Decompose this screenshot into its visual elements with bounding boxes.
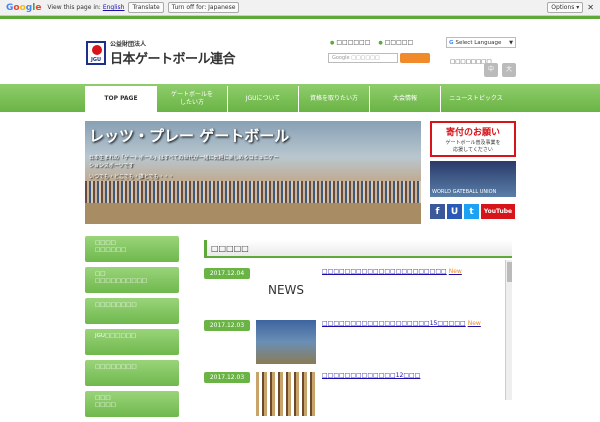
- site-header: 公益財団法人 日本ゲートボール連合 □□□□□□ □□□□□ Google □□…: [0, 16, 600, 84]
- news-scrollbar[interactable]: [505, 260, 512, 400]
- turn-off-button[interactable]: Turn off for: Japanese: [167, 2, 240, 13]
- twitter-icon[interactable]: t: [464, 204, 479, 219]
- sidebar-item[interactable]: □□□ □□□□: [85, 391, 179, 417]
- top-link[interactable]: □□□□□□: [330, 39, 370, 46]
- sidebar-item[interactable]: □□□□□□□□: [85, 360, 179, 386]
- sidebar-item[interactable]: □□ □□□□□□□□□□: [85, 267, 179, 293]
- jgu-logo-icon: [86, 41, 106, 65]
- font-size-medium-button[interactable]: 中: [484, 63, 498, 77]
- news-date: 2017.12.04: [204, 268, 250, 279]
- news-thumbnail[interactable]: [256, 372, 316, 416]
- news-title-link[interactable]: □□□□□□□□□□□□□□□□□□□□□□ New: [322, 268, 462, 275]
- news-header: □□□□□: [204, 240, 512, 258]
- sidebar-item[interactable]: □□□□ □□□□□□: [85, 236, 179, 262]
- google-logo: Google: [6, 2, 42, 13]
- google-translate-bar: Google View this page in: English Transl…: [0, 0, 600, 16]
- google-g-icon: G: [449, 39, 454, 46]
- search-button[interactable]: [400, 53, 430, 63]
- search-input[interactable]: Google □□□□□□: [328, 53, 398, 63]
- font-size-large-button[interactable]: 大: [502, 63, 516, 77]
- news-row: 2017.12.03 □□□□□□□□□□□□□□□□□□□15□□□□□ New: [204, 320, 504, 364]
- top-links: □□□□□□ □□□□□: [330, 39, 413, 46]
- new-badge: New: [467, 320, 481, 327]
- hero-text2: いつでも・どこでも・誰とでも・・・: [89, 174, 174, 180]
- u-stream-icon[interactable]: U: [447, 204, 462, 219]
- main-nav: TOP PAGE ゲートボールを したい方 JGUについて 資格を取りたい方 大…: [0, 84, 600, 112]
- donation-title: 寄付のお願い: [445, 128, 500, 138]
- facebook-icon[interactable]: f: [430, 204, 445, 219]
- news-row: 2017.12.03 □□□□□□□□□□□□□12□□□: [204, 372, 504, 416]
- social-links: f U t YouTube: [430, 204, 515, 219]
- hero-title: レッツ・プレー ゲートボール: [89, 127, 290, 145]
- donation-banner[interactable]: 寄付のお願い ゲートボール普及事業を 応援してください: [430, 121, 516, 157]
- youtube-icon[interactable]: YouTube: [481, 204, 515, 219]
- logo-title: 日本ゲートボール連合: [110, 52, 236, 67]
- site-search: Google □□□□□□: [328, 53, 430, 63]
- donation-subtitle: ゲートボール普及事業を 応援してください: [445, 140, 501, 153]
- chevron-down-icon: ▼: [509, 39, 513, 46]
- site-logo[interactable]: 公益財団法人 日本ゲートボール連合: [86, 39, 236, 67]
- close-icon[interactable]: ✕: [587, 3, 594, 12]
- options-button[interactable]: Options ▾: [547, 2, 584, 13]
- hero-text: 日本生まれの「ゲートボール」はすべての世代が一緒に気軽に楽しめるコミュニケーショ…: [89, 155, 279, 169]
- view-text: View this page in:: [47, 4, 101, 11]
- scrollbar-thumb[interactable]: [507, 262, 512, 282]
- translate-button[interactable]: Translate: [128, 2, 164, 13]
- nav-top-page[interactable]: TOP PAGE: [85, 86, 156, 112]
- language-selector[interactable]: G Select Language ▼: [446, 37, 516, 48]
- news-thumbnail[interactable]: NEWS: [256, 268, 316, 312]
- news-thumbnail[interactable]: [256, 320, 316, 364]
- new-badge: New: [448, 268, 462, 275]
- nav-about[interactable]: JGUについて: [227, 86, 298, 112]
- top-link[interactable]: □□□□□: [378, 39, 413, 46]
- news-section: □□□□□ 2017.12.04 NEWS □□□□□□□□□□□□□□□□□□…: [204, 240, 512, 416]
- hero-photo-field: [85, 203, 421, 224]
- nav-tournaments[interactable]: 大会情報: [369, 86, 440, 112]
- nav-qualification[interactable]: 資格を取りたい方: [298, 86, 369, 112]
- logo-subtitle: 公益財団法人: [110, 41, 147, 48]
- nav-news[interactable]: ニューストピックス: [440, 86, 511, 112]
- news-title-link[interactable]: □□□□□□□□□□□□□□□□□□□15□□□□□ New: [322, 320, 481, 327]
- news-title-link[interactable]: □□□□□□□□□□□□□12□□□: [322, 372, 420, 379]
- news-date: 2017.12.03: [204, 372, 250, 383]
- sidebar: □□□□ □□□□□□ □□ □□□□□□□□□□ □□□□□□□□ JGU□□…: [85, 236, 179, 422]
- world-gateball-banner[interactable]: WORLD GATEBALL UNION: [430, 161, 516, 197]
- nav-play[interactable]: ゲートボールを したい方: [156, 86, 227, 112]
- news-row: 2017.12.04 NEWS □□□□□□□□□□□□□□□□□□□□□□ Ne…: [204, 268, 504, 312]
- sidebar-item[interactable]: □□□□□□□□: [85, 298, 179, 324]
- hero-photo-crowd: [85, 181, 421, 203]
- news-date: 2017.12.03: [204, 320, 250, 331]
- sidebar-item[interactable]: JGU□□□□□□: [85, 329, 179, 355]
- hero-banner[interactable]: レッツ・プレー ゲートボール 日本生まれの「ゲートボール」はすべての世代が一緒に…: [85, 121, 421, 224]
- language-select[interactable]: English: [103, 4, 125, 11]
